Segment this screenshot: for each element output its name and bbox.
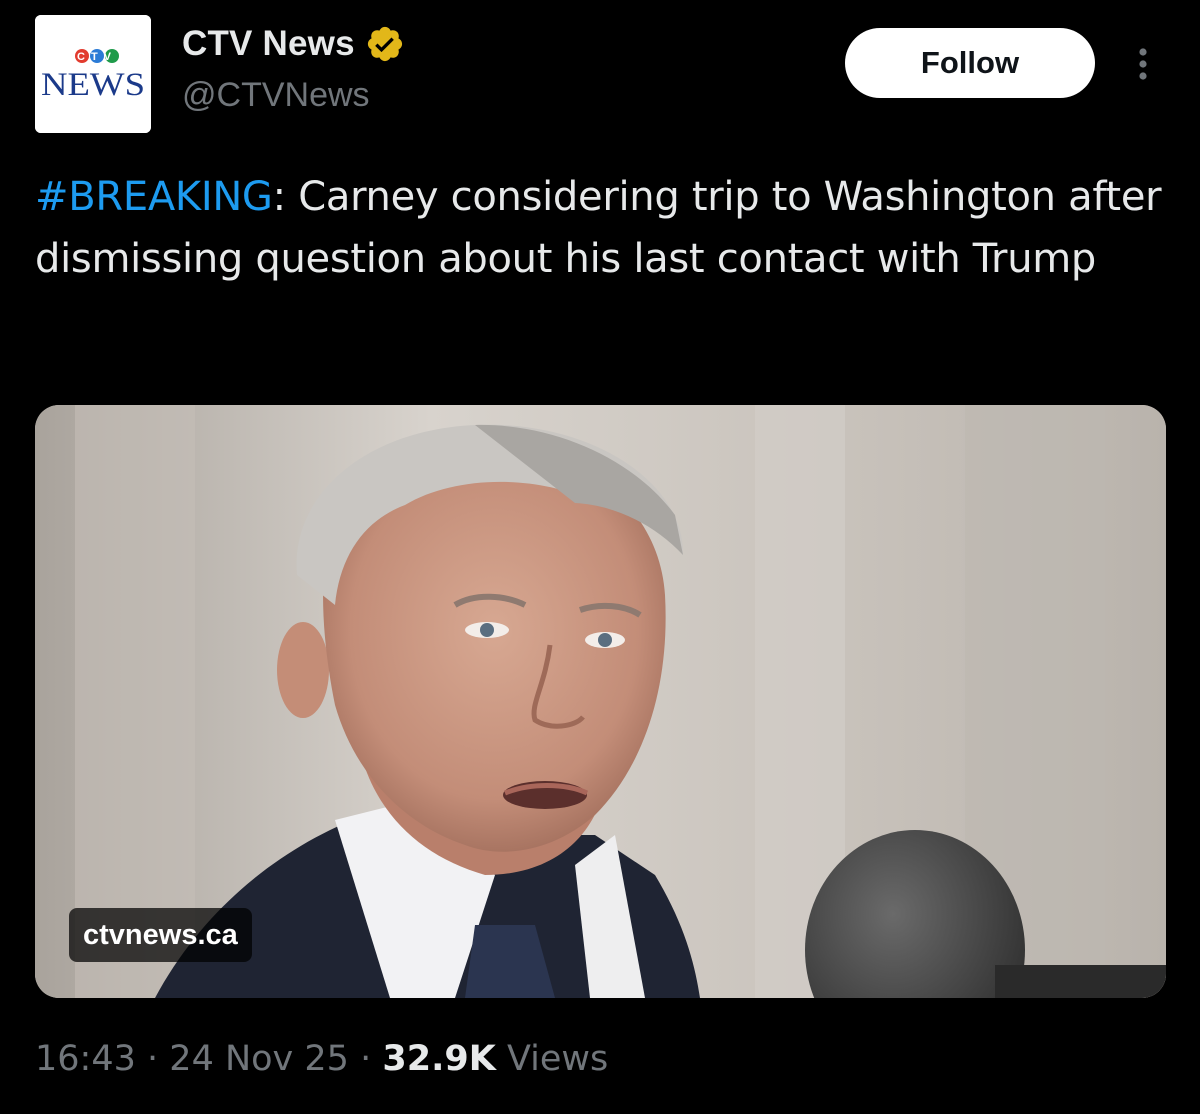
meta-separator: · (147, 1039, 159, 1079)
author-display-name[interactable]: CTV News (182, 24, 355, 64)
verified-badge-icon (365, 24, 405, 64)
author-name-row[interactable]: CTV News (182, 24, 405, 64)
views-label: Views (506, 1039, 609, 1079)
tweet-text: #BREAKING: Carney considering trip to Wa… (35, 166, 1165, 290)
tweet-time[interactable]: 16:43 (35, 1039, 136, 1079)
svg-text:NEWS: NEWS (41, 67, 145, 103)
svg-text:CTV: CTV (77, 51, 117, 63)
follow-button[interactable]: Follow (845, 28, 1095, 98)
tweet-meta: 16:43 · 24 Nov 25 · 32.9K Views (35, 1039, 608, 1079)
tweet-card: CTV NEWS CTV News @CTVNews Follow #BREAK… (0, 0, 1200, 1114)
author-handle[interactable]: @CTVNews (182, 76, 370, 115)
avatar[interactable]: CTV NEWS (35, 15, 151, 133)
meta-separator: · (360, 1039, 372, 1079)
more-vertical-icon[interactable] (1128, 44, 1158, 84)
ctv-news-logo: CTV NEWS (35, 15, 151, 133)
hashtag-link[interactable]: #BREAKING (35, 174, 273, 220)
media-source-label[interactable]: ctvnews.ca (69, 908, 252, 962)
tweet-date[interactable]: 24 Nov 25 (169, 1039, 349, 1079)
views-count[interactable]: 32.9K (382, 1039, 495, 1079)
